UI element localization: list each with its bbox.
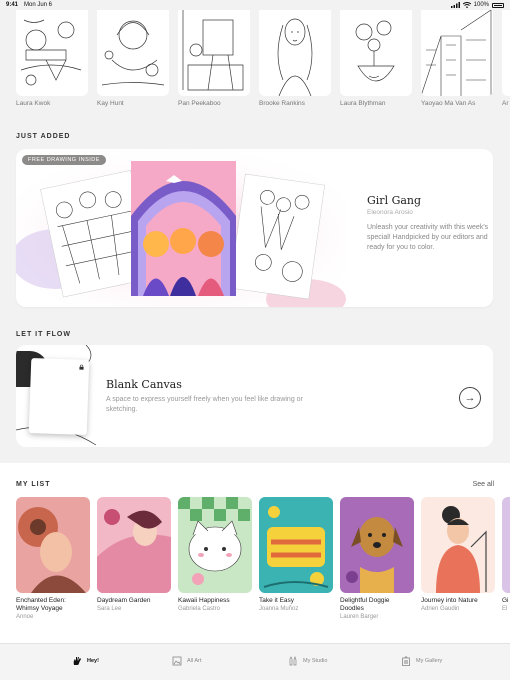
list-item-artist: El [502, 606, 508, 612]
list-item-title: Daydream Garden [97, 597, 151, 604]
artist-name: Brooke Rankins [259, 100, 305, 107]
canvas-title: Blank Canvas [106, 378, 182, 391]
status-indicators: 100% [450, 2, 504, 8]
frame-icon [402, 656, 410, 666]
list-item-artist: Lauren Barger [340, 614, 379, 620]
feature-author: Eleonora Arosio [367, 209, 413, 216]
list-item[interactable]: Delightful Doggie Doodles Lauren Barger [340, 497, 414, 620]
tab-label: My Gallery [416, 658, 443, 664]
artwork-thumbnail[interactable] [178, 10, 250, 96]
list-item-artist: Gabriela Castro [178, 606, 221, 612]
wifi-icon [462, 2, 471, 8]
section-label-let-it-flow: LET IT FLOW [16, 331, 71, 338]
artwork-thumbnail[interactable] [421, 497, 495, 593]
artwork-thumbnail[interactable] [97, 497, 171, 593]
battery-percent: 100% [473, 2, 489, 8]
artwork-thumbnail[interactable] [340, 10, 412, 96]
tab-label: Hey! [87, 658, 99, 664]
featured-book-card[interactable]: FREE DRAWING INSIDE Girl Gang Eleonora A… [16, 149, 493, 307]
section-label-my-list: MY LIST [16, 481, 51, 488]
artist-name: Pan Peekaboo [178, 100, 221, 107]
artist-card[interactable]: Yaoyao Ma Van As [421, 10, 493, 107]
artist-name: Laura Kwok [16, 100, 51, 107]
feature-description: Unleash your creativity with this week's… [367, 224, 489, 251]
tab-all-art[interactable]: All Art [172, 656, 201, 666]
canvas-description: A space to express yourself freely when … [106, 396, 303, 413]
list-item[interactable]: Kawaii Happiness Gabriela Castro [178, 497, 252, 612]
artist-name: Yaoyao Ma Van As [421, 100, 476, 107]
status-bar: 9:41 Mon Jun 6 100% [0, 0, 510, 10]
artwork-thumbnail[interactable] [178, 497, 252, 593]
tab-label: All Art [187, 658, 202, 664]
list-item[interactable]: Enchanted Eden: Whimsy Voyage Annoe [16, 497, 90, 620]
blank-paper-thumbnail[interactable] [28, 358, 90, 435]
list-item-artist: Joanna Muñoz [259, 606, 299, 612]
artist-name: Kay Hunt [97, 100, 124, 107]
list-item-title: Gi [502, 597, 509, 604]
artist-card[interactable]: Kay Hunt [97, 10, 169, 107]
list-item-artist: Adrien Gaudin [421, 606, 460, 612]
artist-name: Laura Blythman [340, 100, 386, 107]
gallery-icon [172, 656, 182, 666]
status-time: 9:41 [6, 2, 19, 8]
artist-card[interactable]: Laura Blythman [340, 10, 412, 107]
featured-artists-row[interactable]: Laura Kwok Kay Hunt Pan Peekaboo Brooke … [16, 10, 510, 110]
list-item[interactable]: Journey into Nature Adrien Gaudin [421, 497, 495, 612]
list-item-title: Enchanted Eden: Whimsy Voyage [16, 597, 66, 612]
hand-icon [73, 657, 81, 665]
artist-name: Ar [502, 100, 509, 107]
tab-my-studio[interactable]: My Studio [288, 656, 327, 666]
list-item-title: Journey into Nature [421, 597, 478, 604]
artist-card[interactable]: Laura Kwok [16, 10, 88, 107]
tab-my-gallery[interactable]: My Gallery [401, 656, 442, 666]
list-item-artist: Sara Lee [97, 606, 122, 612]
artwork-thumbnail[interactable] [16, 10, 88, 96]
artwork-thumbnail[interactable] [259, 497, 333, 593]
brushes-icon [289, 656, 297, 666]
tab-label: My Studio [303, 658, 328, 664]
artwork-thumbnail[interactable] [502, 497, 510, 593]
battery-icon [492, 2, 504, 8]
featured-artwork [16, 149, 346, 307]
lock-icon [79, 364, 84, 370]
artwork-thumbnail[interactable] [502, 10, 510, 96]
my-list-row[interactable]: Enchanted Eden: Whimsy Voyage Annoe Dayd… [16, 497, 510, 627]
list-item-title: Delightful Doggie Doodles [340, 597, 390, 612]
open-canvas-button[interactable]: → [459, 387, 481, 409]
arrow-right-icon: → [464, 392, 476, 404]
artist-card[interactable]: Pan Peekaboo [178, 10, 250, 107]
list-item[interactable]: Gi El [502, 497, 510, 612]
artwork-thumbnail[interactable] [97, 10, 169, 96]
blank-canvas-card[interactable]: Blank Canvas A space to express yourself… [16, 345, 493, 447]
status-date: Mon Jun 6 [24, 2, 53, 8]
list-item[interactable]: Daydream Garden Sara Lee [97, 497, 171, 612]
artwork-thumbnail[interactable] [340, 497, 414, 593]
list-item[interactable]: Take it Easy Joanna Muñoz [259, 497, 333, 612]
artist-card[interactable]: Brooke Rankins [259, 10, 331, 107]
artwork-thumbnail[interactable] [259, 10, 331, 96]
artwork-thumbnail[interactable] [16, 497, 90, 593]
feature-title: Girl Gang [367, 194, 422, 207]
free-drawing-badge: FREE DRAWING INSIDE [22, 155, 106, 165]
list-item-title: Take it Easy [259, 597, 295, 604]
signal-icon [450, 2, 460, 8]
artist-card[interactable]: Ar [502, 10, 510, 107]
see-all-link[interactable]: See all [473, 481, 494, 488]
list-item-title: Kawaii Happiness [178, 597, 230, 604]
bottom-tab-bar: Hey! All Art My Studio My Gallery [0, 643, 510, 680]
list-item-artist: Annoe [16, 614, 34, 620]
section-label-just-added: JUST ADDED [16, 133, 71, 140]
artwork-thumbnail[interactable] [421, 10, 493, 96]
tab-hey[interactable]: Hey! [72, 656, 99, 666]
